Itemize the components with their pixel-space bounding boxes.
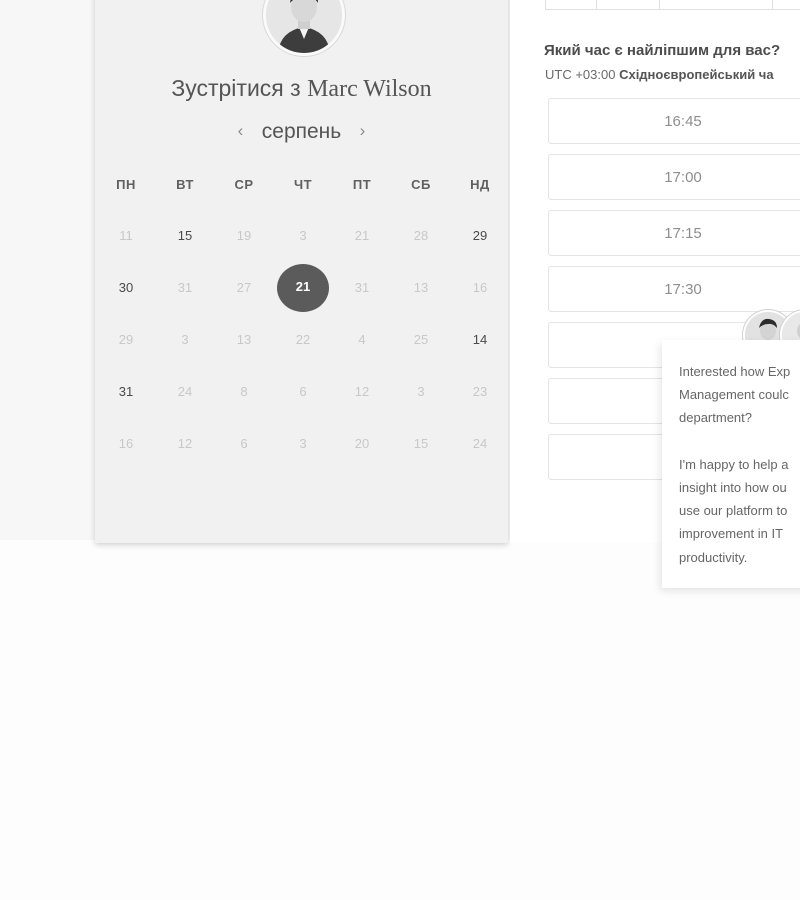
calendar-day: 3: [181, 332, 189, 347]
calendar-day: 11: [119, 228, 133, 243]
calendar-day: 12: [177, 436, 193, 451]
calendar-day: 24: [472, 436, 488, 451]
calendar-day: 31: [177, 280, 193, 295]
calendar-day: 20: [354, 436, 370, 451]
timezone-name: Східноєвропейський ча: [619, 67, 774, 82]
calendar-day: 16: [118, 436, 134, 451]
calendar-panel: Зустрітися з Marc Wilson ‹ серпень › ПН В…: [95, 0, 508, 543]
calendar-day: 13: [236, 332, 252, 347]
top-tab-strip: [545, 0, 800, 10]
host-name: Marc Wilson: [307, 76, 432, 102]
host-avatar: [263, 0, 345, 56]
weekday-label: ПН: [116, 177, 136, 192]
calendar-day: 15: [413, 436, 429, 451]
calendar-day: 24: [177, 384, 193, 399]
time-slot[interactable]: 16:45: [548, 98, 800, 144]
calendar-day: 21: [354, 228, 370, 243]
chat-message-popup[interactable]: Interested how Exp Management coulc depa…: [662, 340, 800, 588]
calendar-day: 3: [299, 228, 307, 243]
calendar-day: 19: [236, 228, 252, 243]
calendar-day: 29: [118, 332, 134, 347]
calendar-day: 16: [472, 280, 488, 295]
calendar-day: 3: [417, 384, 425, 399]
calendar-day: 8: [240, 384, 248, 399]
weekday-label: ЧТ: [293, 177, 313, 192]
calendar-day[interactable]: 14: [460, 328, 500, 352]
calendar-day[interactable]: 31: [106, 380, 146, 404]
calendar-day: 3: [299, 436, 307, 451]
calendar-day: 25: [413, 332, 429, 347]
time-slot[interactable]: 17:15: [548, 210, 800, 256]
chevron-left-icon[interactable]: ‹: [238, 121, 244, 141]
chevron-right-icon[interactable]: ›: [360, 121, 366, 141]
calendar-day: 28: [413, 228, 429, 243]
tab-divider: [596, 0, 597, 9]
weekday-label: СБ: [411, 177, 431, 192]
calendar-day: 22: [295, 332, 311, 347]
tab-divider: [659, 0, 660, 9]
calendar-day[interactable]: 29: [460, 224, 500, 248]
weekday-label: ВТ: [176, 177, 194, 192]
time-slot-label: 17:15: [664, 225, 702, 242]
weekday-label: ПТ: [352, 177, 372, 192]
time-question: Який час є найліпшим для вас?: [544, 42, 781, 59]
time-slot-label: 17:30: [664, 281, 702, 298]
calendar-day: 27: [236, 280, 252, 295]
calendar-day[interactable]: 15: [165, 224, 205, 248]
time-slot[interactable]: 17:00: [548, 154, 800, 200]
timezone-label[interactable]: UTC +03:00 Східноєвропейський ча: [545, 67, 774, 82]
chat-message-text: Interested how Exp Management coulc depa…: [679, 364, 791, 565]
current-month: серпень: [261, 120, 342, 143]
time-slot[interactable]: 17:30: [548, 266, 800, 312]
calendar-day: 6: [240, 436, 248, 451]
calendar-day[interactable]: 30: [106, 276, 146, 300]
calendar-day: 4: [358, 332, 366, 347]
calendar-day: 13: [413, 280, 429, 295]
time-slot-label: 17:00: [664, 169, 702, 186]
calendar-day-selected[interactable]: 21: [277, 264, 329, 312]
meeting-title: Зустрітися з Marc Wilson: [95, 75, 508, 103]
tab-divider: [772, 0, 773, 9]
weekday-label: СР: [234, 177, 254, 192]
calendar-day: 31: [354, 280, 370, 295]
timezone-offset: UTC +03:00: [545, 67, 616, 82]
meeting-title-prefix: Зустрітися з: [171, 75, 301, 101]
month-navigation: ‹ серпень ›: [95, 120, 508, 144]
calendar-day: 23: [472, 384, 488, 399]
calendar-day: 12: [354, 384, 370, 399]
time-slot-label: 16:45: [664, 113, 702, 130]
weekday-label: НД: [470, 177, 490, 192]
calendar-day: 6: [299, 384, 307, 399]
